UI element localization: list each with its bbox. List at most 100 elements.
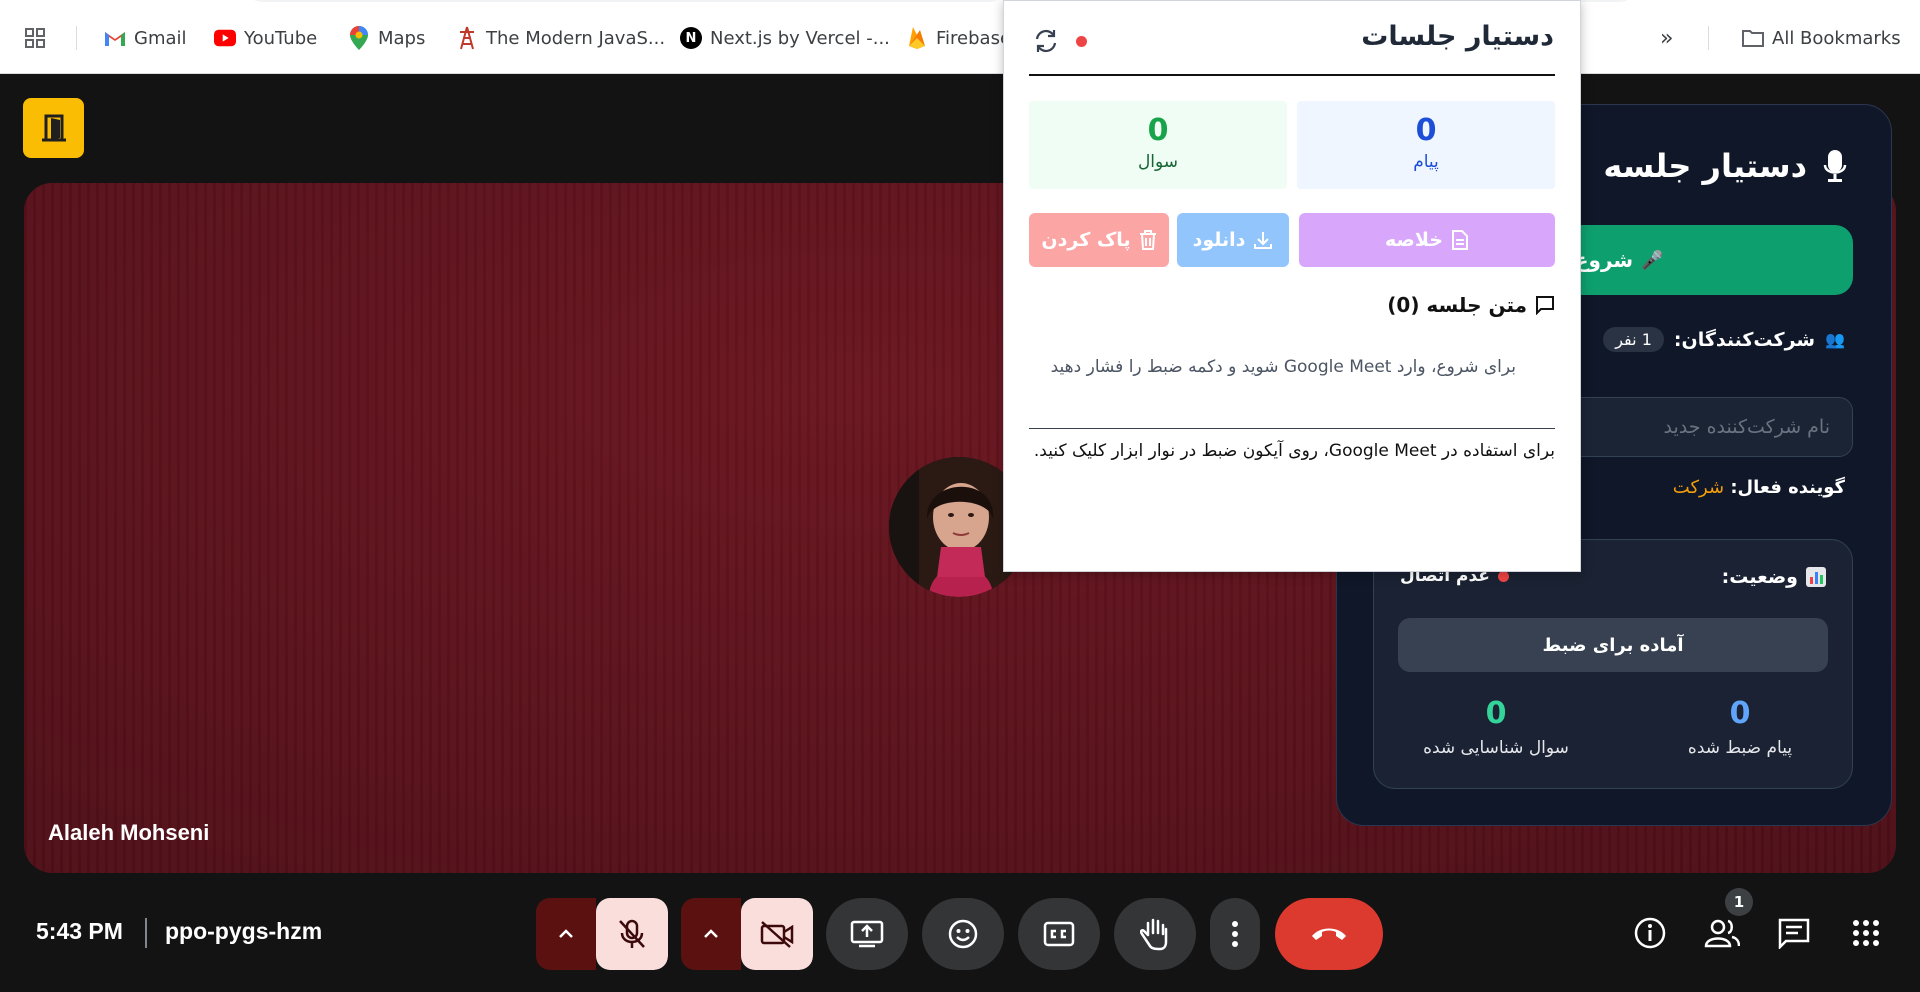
bookmark-label: YouTube — [244, 27, 318, 49]
meeting-details-button[interactable] — [1630, 913, 1670, 953]
leave-door-button[interactable] — [23, 98, 84, 158]
detected-questions-count: 0 — [1485, 696, 1507, 731]
omnibox-edge — [246, 0, 1006, 2]
bookmark-nextjs[interactable]: N Next.js by Vercel -... — [680, 26, 890, 50]
activities-button[interactable] — [1846, 913, 1886, 953]
bookmark-label: The Modern JavaS... — [486, 27, 666, 49]
bookmarks-separator — [1708, 26, 1709, 50]
messages-label: پیام — [1413, 152, 1439, 172]
bookmark-maps[interactable]: Maps — [348, 26, 425, 50]
people-button[interactable] — [1702, 913, 1742, 953]
chat-bubble-icon — [1536, 296, 1554, 315]
document-icon — [1452, 230, 1469, 250]
camera-toggle-button[interactable] — [741, 898, 813, 970]
status-card: وضعیت: عدم اتصال آماده برای ضبط 0 پیام ض… — [1373, 539, 1853, 789]
bookmark-label: Next.js by Vercel -... — [710, 27, 890, 49]
closed-captions-icon — [1043, 921, 1075, 947]
mic-off-icon — [619, 919, 645, 948]
clear-label: پاک کردن — [1041, 229, 1131, 251]
bookmarks-overflow-button[interactable]: » — [1660, 25, 1674, 51]
people-icon — [1704, 919, 1740, 948]
recorded-messages-label: پیام ضبط شده — [1687, 738, 1793, 758]
microphone-icon — [1823, 150, 1847, 182]
active-speaker-row: گوینده فعال: شرکت — [1673, 477, 1845, 498]
bookmark-firebase[interactable]: Firebase — [906, 26, 1011, 50]
present-screen-icon — [850, 920, 884, 948]
summary-button[interactable]: خلاصه — [1299, 213, 1555, 267]
info-icon — [1634, 917, 1666, 949]
firebase-icon — [906, 27, 928, 49]
bookmark-label: Gmail — [134, 27, 187, 49]
people-icon: 👥 — [1825, 330, 1845, 349]
end-call-icon — [1312, 928, 1346, 940]
extension-popup: دستیار جلسات 0 پیام 0 سوال خلاصه دانلود … — [1003, 0, 1581, 572]
chart-icon — [1806, 567, 1826, 587]
refresh-button[interactable] — [1032, 27, 1060, 55]
mic-toggle-button[interactable] — [596, 898, 668, 970]
raise-hand-button[interactable] — [1114, 898, 1196, 970]
all-bookmarks-label: All Bookmarks — [1772, 27, 1901, 49]
detected-questions-label: سوال شناسایی شده — [1423, 738, 1569, 758]
chat-icon — [1778, 918, 1810, 949]
bookmark-label: Firebase — [936, 27, 1012, 49]
transcript-heading-text: متن جلسه (0) — [1387, 293, 1527, 317]
bookmarks-bar: Gmail YouTube Maps The Modern JavaS... N… — [0, 0, 1920, 74]
chat-button[interactable] — [1774, 913, 1814, 953]
download-label: دانلود — [1192, 229, 1246, 251]
double-chevron-icon: » — [1660, 25, 1674, 51]
trash-icon — [1139, 230, 1156, 250]
participants-label: شرکت‌کنندگان: — [1673, 328, 1816, 351]
popup-footer-divider — [1029, 428, 1555, 429]
more-options-button[interactable] — [1210, 898, 1260, 970]
door-icon — [41, 114, 66, 142]
nextjs-icon: N — [680, 27, 702, 49]
captions-button[interactable] — [1018, 898, 1100, 970]
popup-title: دستیار جلسات — [1361, 21, 1554, 52]
raise-hand-icon — [1140, 918, 1168, 951]
all-bookmarks-button[interactable]: All Bookmarks — [1742, 26, 1901, 50]
more-vertical-icon — [1232, 921, 1238, 947]
bottom-divider — [145, 918, 147, 948]
participants-row: 👥 شرکت‌کنندگان: 1 نفر — [1603, 327, 1845, 352]
mic-control-group — [536, 898, 668, 970]
refresh-icon — [1035, 29, 1057, 53]
active-speaker-label: گوینده فعال: — [1730, 477, 1845, 498]
questions-stat: 0 سوال — [1029, 101, 1287, 189]
empty-transcript-hint: برای شروع، وارد Google Meet شوید و دکمه … — [1050, 357, 1516, 377]
download-icon — [1254, 232, 1273, 249]
messages-count: 0 — [1415, 113, 1437, 148]
audio-options-chevron-up-icon[interactable] — [536, 898, 596, 970]
popup-footer-note: برای استفاده در Google Meet، روی آیکون ض… — [1033, 441, 1555, 461]
bookmark-modern-javascript[interactable]: The Modern JavaS... — [456, 26, 665, 50]
clear-button[interactable]: پاک کردن — [1029, 213, 1169, 267]
js-tower-icon — [456, 26, 478, 50]
camera-control-group — [681, 898, 813, 970]
recorded-messages-count: 0 — [1729, 696, 1751, 731]
new-participant-input[interactable]: نام شرکت‌کننده جدید — [1553, 397, 1853, 457]
activities-grid-icon — [1853, 920, 1879, 946]
video-options-chevron-up-icon[interactable] — [681, 898, 741, 970]
apps-grid-icon[interactable] — [24, 26, 46, 50]
messages-stat: 0 پیام — [1297, 101, 1555, 189]
bookmarks-separator — [76, 26, 77, 50]
questions-count: 0 — [1147, 113, 1169, 148]
participant-name: Alaleh Mohseni — [48, 820, 210, 845]
folder-icon — [1742, 27, 1764, 49]
bookmark-gmail[interactable]: Gmail — [104, 26, 187, 50]
bookmark-label: Maps — [378, 27, 426, 49]
new-participant-placeholder: نام شرکت‌کننده جدید — [1663, 416, 1830, 438]
participants-count-badge: 1 — [1725, 888, 1753, 916]
status-label-row: وضعیت: — [1722, 566, 1826, 588]
bookmark-youtube[interactable]: YouTube — [214, 26, 317, 50]
microphone-icon: 🎤 — [1641, 249, 1664, 271]
download-button[interactable]: دانلود — [1177, 213, 1289, 267]
present-screen-button[interactable] — [826, 898, 908, 970]
meeting-time: 5:43 PM — [36, 918, 123, 944]
status-label: وضعیت: — [1721, 566, 1798, 588]
reactions-button[interactable] — [922, 898, 1004, 970]
camera-off-icon — [760, 921, 794, 948]
leave-call-button[interactable] — [1275, 898, 1383, 970]
recording-status-dot-icon — [1076, 36, 1087, 47]
meeting-code: ppo-pygs-hzm — [165, 918, 323, 944]
ready-to-record-banner: آماده برای ضبط — [1398, 618, 1828, 672]
